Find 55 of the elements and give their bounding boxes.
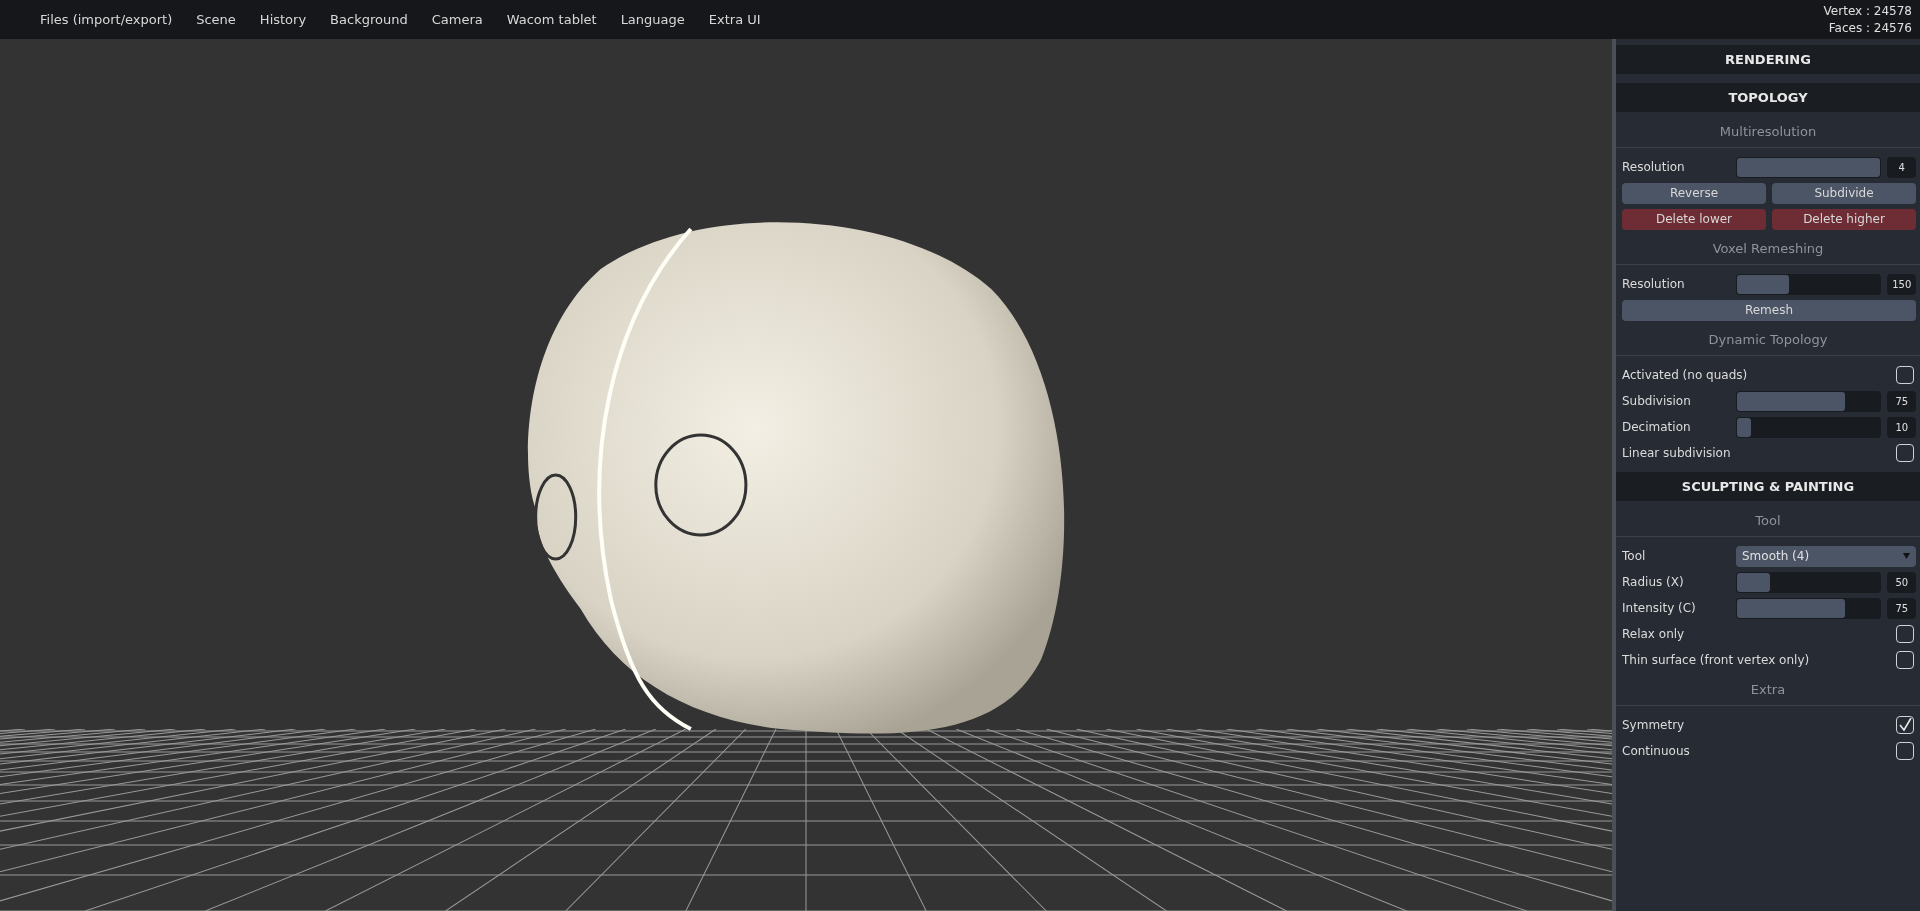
value-field[interactable]: 4 bbox=[1887, 156, 1916, 178]
slider-label: Intensity (C) bbox=[1622, 601, 1697, 615]
checkbox-label: Symmetry bbox=[1622, 718, 1686, 732]
select-label: Tool bbox=[1622, 549, 1647, 563]
slider-label: Subdivision bbox=[1622, 394, 1692, 408]
checkbox-label: Thin surface (front vertex only) bbox=[1622, 653, 1811, 667]
group-title[interactable]: Dynamic Topology bbox=[1616, 325, 1920, 356]
menu-item[interactable]: Files (import/export) bbox=[28, 12, 185, 27]
checkbox[interactable] bbox=[1896, 742, 1914, 760]
menu-item[interactable]: Camera bbox=[419, 12, 495, 27]
action-button[interactable]: Delete higher bbox=[1772, 208, 1916, 230]
slider-track[interactable] bbox=[1736, 390, 1882, 412]
section-header[interactable]: TOPOLOGY bbox=[1616, 83, 1920, 112]
value-field[interactable]: 10 bbox=[1887, 416, 1916, 438]
menu-item[interactable]: Background bbox=[318, 12, 420, 27]
slider-label: Resolution bbox=[1622, 277, 1686, 291]
value-field[interactable]: 150 bbox=[1887, 273, 1916, 295]
menu-item[interactable]: Wacom tablet bbox=[494, 12, 609, 27]
slider-track[interactable] bbox=[1736, 571, 1882, 593]
action-button[interactable]: Delete lower bbox=[1622, 208, 1766, 230]
mesh-stat: Faces : 24576 bbox=[1828, 19, 1912, 37]
value-field[interactable]: 75 bbox=[1887, 390, 1916, 412]
group-title[interactable]: Multiresolution bbox=[1616, 117, 1920, 148]
checkbox[interactable] bbox=[1896, 366, 1914, 384]
action-button[interactable]: Reverse bbox=[1622, 182, 1766, 204]
group-title[interactable]: Tool bbox=[1616, 506, 1920, 537]
slider-track[interactable] bbox=[1736, 416, 1882, 438]
tool-dropdown[interactable]: Smooth (4) bbox=[1736, 545, 1916, 567]
group-title[interactable]: Voxel Remeshing bbox=[1616, 234, 1920, 265]
checkbox-label: Continuous bbox=[1622, 744, 1691, 758]
menu-item[interactable]: Language bbox=[608, 12, 697, 27]
caret-icon bbox=[1903, 553, 1910, 559]
slider-label: Resolution bbox=[1622, 160, 1686, 174]
section-header[interactable]: SCULPTING & PAINTING bbox=[1616, 472, 1920, 501]
action-button[interactable]: Remesh bbox=[1622, 299, 1916, 321]
checkbox-label: Activated (no quads) bbox=[1622, 368, 1749, 382]
action-button[interactable]: Subdivide bbox=[1772, 182, 1916, 204]
mesh-stat: Vertex : 24578 bbox=[1823, 2, 1912, 20]
value-field[interactable]: 75 bbox=[1887, 597, 1916, 619]
menu-item[interactable]: Extra UI bbox=[696, 12, 773, 27]
checkbox-label: Linear subdivision bbox=[1622, 446, 1732, 460]
slider-label: Decimation bbox=[1622, 420, 1692, 434]
group-title[interactable]: Extra bbox=[1616, 675, 1920, 706]
menu-item[interactable]: Scene bbox=[184, 12, 248, 27]
section-header[interactable]: RENDERING bbox=[1616, 45, 1920, 74]
checkbox[interactable] bbox=[1896, 444, 1914, 462]
checkbox-label: Relax only bbox=[1622, 627, 1686, 641]
slider-track[interactable] bbox=[1736, 273, 1882, 295]
checkbox[interactable] bbox=[1896, 651, 1914, 669]
slider-label: Radius (X) bbox=[1622, 575, 1685, 589]
value-field[interactable]: 50 bbox=[1887, 571, 1916, 593]
checkbox[interactable] bbox=[1896, 716, 1914, 734]
menu-item[interactable]: History bbox=[247, 12, 319, 27]
checkbox[interactable] bbox=[1896, 625, 1914, 643]
slider-track[interactable] bbox=[1736, 597, 1882, 619]
